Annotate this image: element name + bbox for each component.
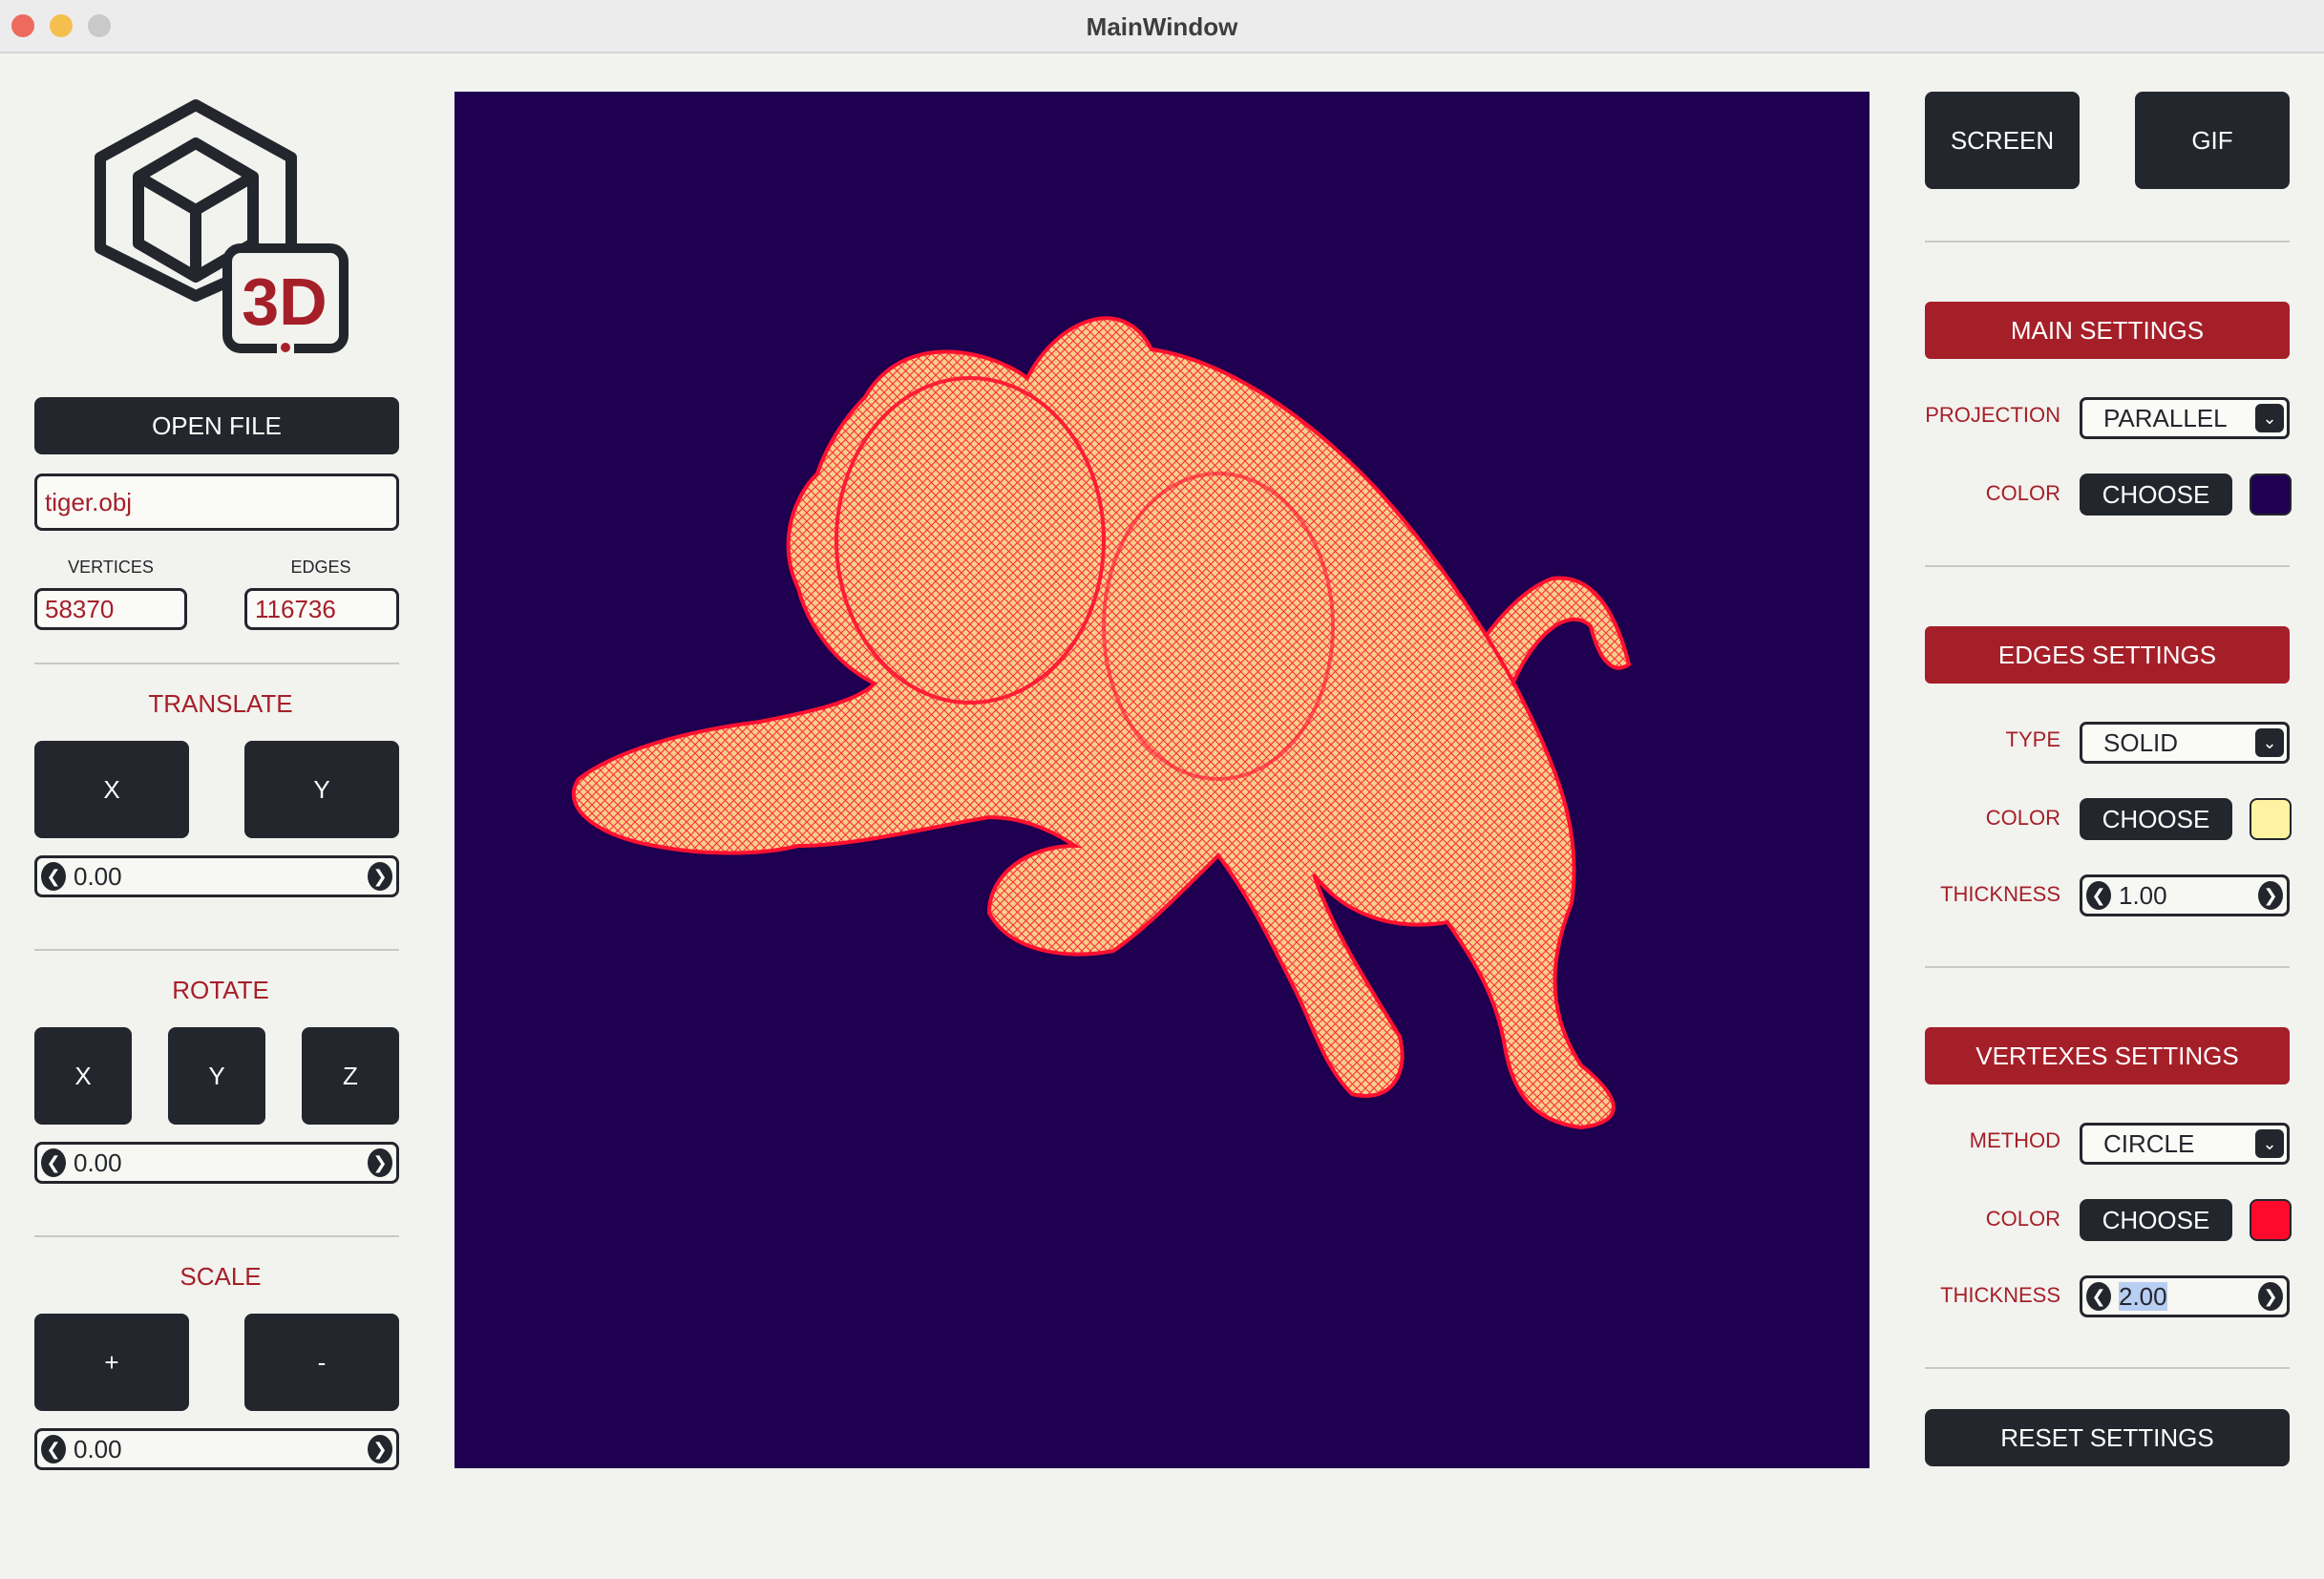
screenshot-button[interactable]: SCREEN [1925, 92, 2080, 189]
chevron-right-icon[interactable]: ❯ [2258, 1282, 2283, 1311]
edge-thickness-value[interactable]: 1.00 [2115, 881, 2254, 911]
scale-value-spinbox[interactable]: ❮ 0.00 ❯ [34, 1428, 399, 1470]
gif-button[interactable]: GIF [2135, 92, 2290, 189]
edge-type-select[interactable]: SOLID ⌄ [2080, 722, 2290, 764]
edge-type-label: TYPE [2005, 727, 2060, 751]
3d-viewport[interactable] [454, 92, 1870, 1468]
translate-y-button[interactable]: Y [244, 741, 399, 838]
divider [1925, 966, 2290, 968]
chevron-down-icon[interactable]: ⌄ [2255, 404, 2284, 432]
edge-thickness-spinbox[interactable]: ❮ 1.00 ❯ [2080, 874, 2290, 916]
scale-down-button[interactable]: - [244, 1314, 399, 1411]
chevron-left-icon[interactable]: ❮ [2086, 881, 2111, 910]
chevron-left-icon[interactable]: ❮ [41, 1435, 66, 1463]
divider [1925, 1367, 2290, 1369]
divider [1925, 241, 2290, 242]
rotate-value-spinbox[interactable]: ❮ 0.00 ❯ [34, 1142, 399, 1184]
translate-value-spinbox[interactable]: ❮ 0.00 ❯ [34, 855, 399, 897]
scale-value[interactable]: 0.00 [70, 1435, 364, 1464]
background-color-choose-button[interactable]: CHOOSE [2080, 474, 2232, 516]
scale-up-button[interactable]: + [34, 1314, 189, 1411]
vertex-color-swatch[interactable] [2250, 1199, 2292, 1241]
vertices-label: VERTICES [68, 558, 154, 577]
divider [34, 949, 399, 951]
edges-count-field: 116736 [244, 588, 399, 630]
vertex-thickness-label: THICKNESS [1940, 1283, 2060, 1307]
main-settings-header[interactable]: MAIN SETTINGS [1925, 302, 2290, 359]
edge-color-choose-button[interactable]: CHOOSE [2080, 798, 2232, 840]
open-file-button[interactable]: OPEN FILE [34, 397, 399, 454]
translate-title: TRANSLATE [148, 689, 293, 718]
divider [34, 663, 399, 664]
edge-color-swatch[interactable] [2250, 798, 2292, 840]
rotate-y-button[interactable]: Y [168, 1027, 265, 1125]
reset-settings-button[interactable]: RESET SETTINGS [1925, 1409, 2290, 1466]
window-title: MainWindow [1086, 12, 1238, 41]
vertex-method-select[interactable]: CIRCLE ⌄ [2080, 1123, 2290, 1165]
vertexes-settings-header[interactable]: VERTEXES SETTINGS [1925, 1027, 2290, 1084]
vertex-method-value[interactable]: CIRCLE [2082, 1129, 2255, 1159]
filename-field[interactable]: tiger.obj [34, 474, 399, 531]
logo-text: 3D [242, 264, 327, 339]
rotate-z-button[interactable]: Z [302, 1027, 399, 1125]
edge-thickness-label: THICKNESS [1940, 882, 2060, 906]
cube-logo-icon: 3D [86, 95, 363, 363]
chevron-right-icon[interactable]: ❯ [368, 1148, 392, 1177]
background-color-swatch[interactable] [2250, 474, 2292, 516]
vertex-color-label: COLOR [1985, 1207, 2060, 1231]
edges-settings-header[interactable]: EDGES SETTINGS [1925, 626, 2290, 684]
edge-color-label: COLOR [1985, 806, 2060, 830]
edges-label: EDGES [290, 558, 351, 577]
tiger-model [571, 316, 1632, 1130]
vertex-color-choose-button[interactable]: CHOOSE [2080, 1199, 2232, 1241]
divider [1925, 565, 2290, 567]
divider [34, 1235, 399, 1237]
projection-label: PROJECTION [1925, 403, 2060, 427]
rotate-value[interactable]: 0.00 [70, 1148, 364, 1178]
chevron-right-icon[interactable]: ❯ [368, 1435, 392, 1463]
scale-title: SCALE [180, 1262, 262, 1291]
vertex-method-label: METHOD [1969, 1128, 2060, 1152]
chevron-left-icon[interactable]: ❮ [2086, 1282, 2111, 1311]
edge-type-value[interactable]: SOLID [2082, 728, 2255, 758]
chevron-left-icon[interactable]: ❮ [41, 862, 66, 891]
vertex-thickness-spinbox[interactable]: ❮ 2.00 ❯ [2080, 1275, 2290, 1317]
chevron-left-icon[interactable]: ❮ [41, 1148, 66, 1177]
vertex-thickness-value[interactable]: 2.00 [2115, 1281, 2254, 1312]
rotate-x-button[interactable]: X [34, 1027, 132, 1125]
translate-value[interactable]: 0.00 [70, 862, 364, 892]
chevron-down-icon[interactable]: ⌄ [2255, 728, 2284, 757]
background-color-label: COLOR [1985, 481, 2060, 505]
chevron-right-icon[interactable]: ❯ [368, 862, 392, 891]
projection-select[interactable]: PARALLEL ⌄ [2080, 397, 2290, 439]
rotate-title: ROTATE [172, 976, 269, 1004]
projection-value[interactable]: PARALLEL [2082, 404, 2255, 433]
vertices-count-field: 58370 [34, 588, 187, 630]
chevron-right-icon[interactable]: ❯ [2258, 881, 2283, 910]
translate-x-button[interactable]: X [34, 741, 189, 838]
chevron-down-icon[interactable]: ⌄ [2255, 1129, 2284, 1158]
vertex-thickness-selected-text[interactable]: 2.00 [2119, 1281, 2167, 1311]
